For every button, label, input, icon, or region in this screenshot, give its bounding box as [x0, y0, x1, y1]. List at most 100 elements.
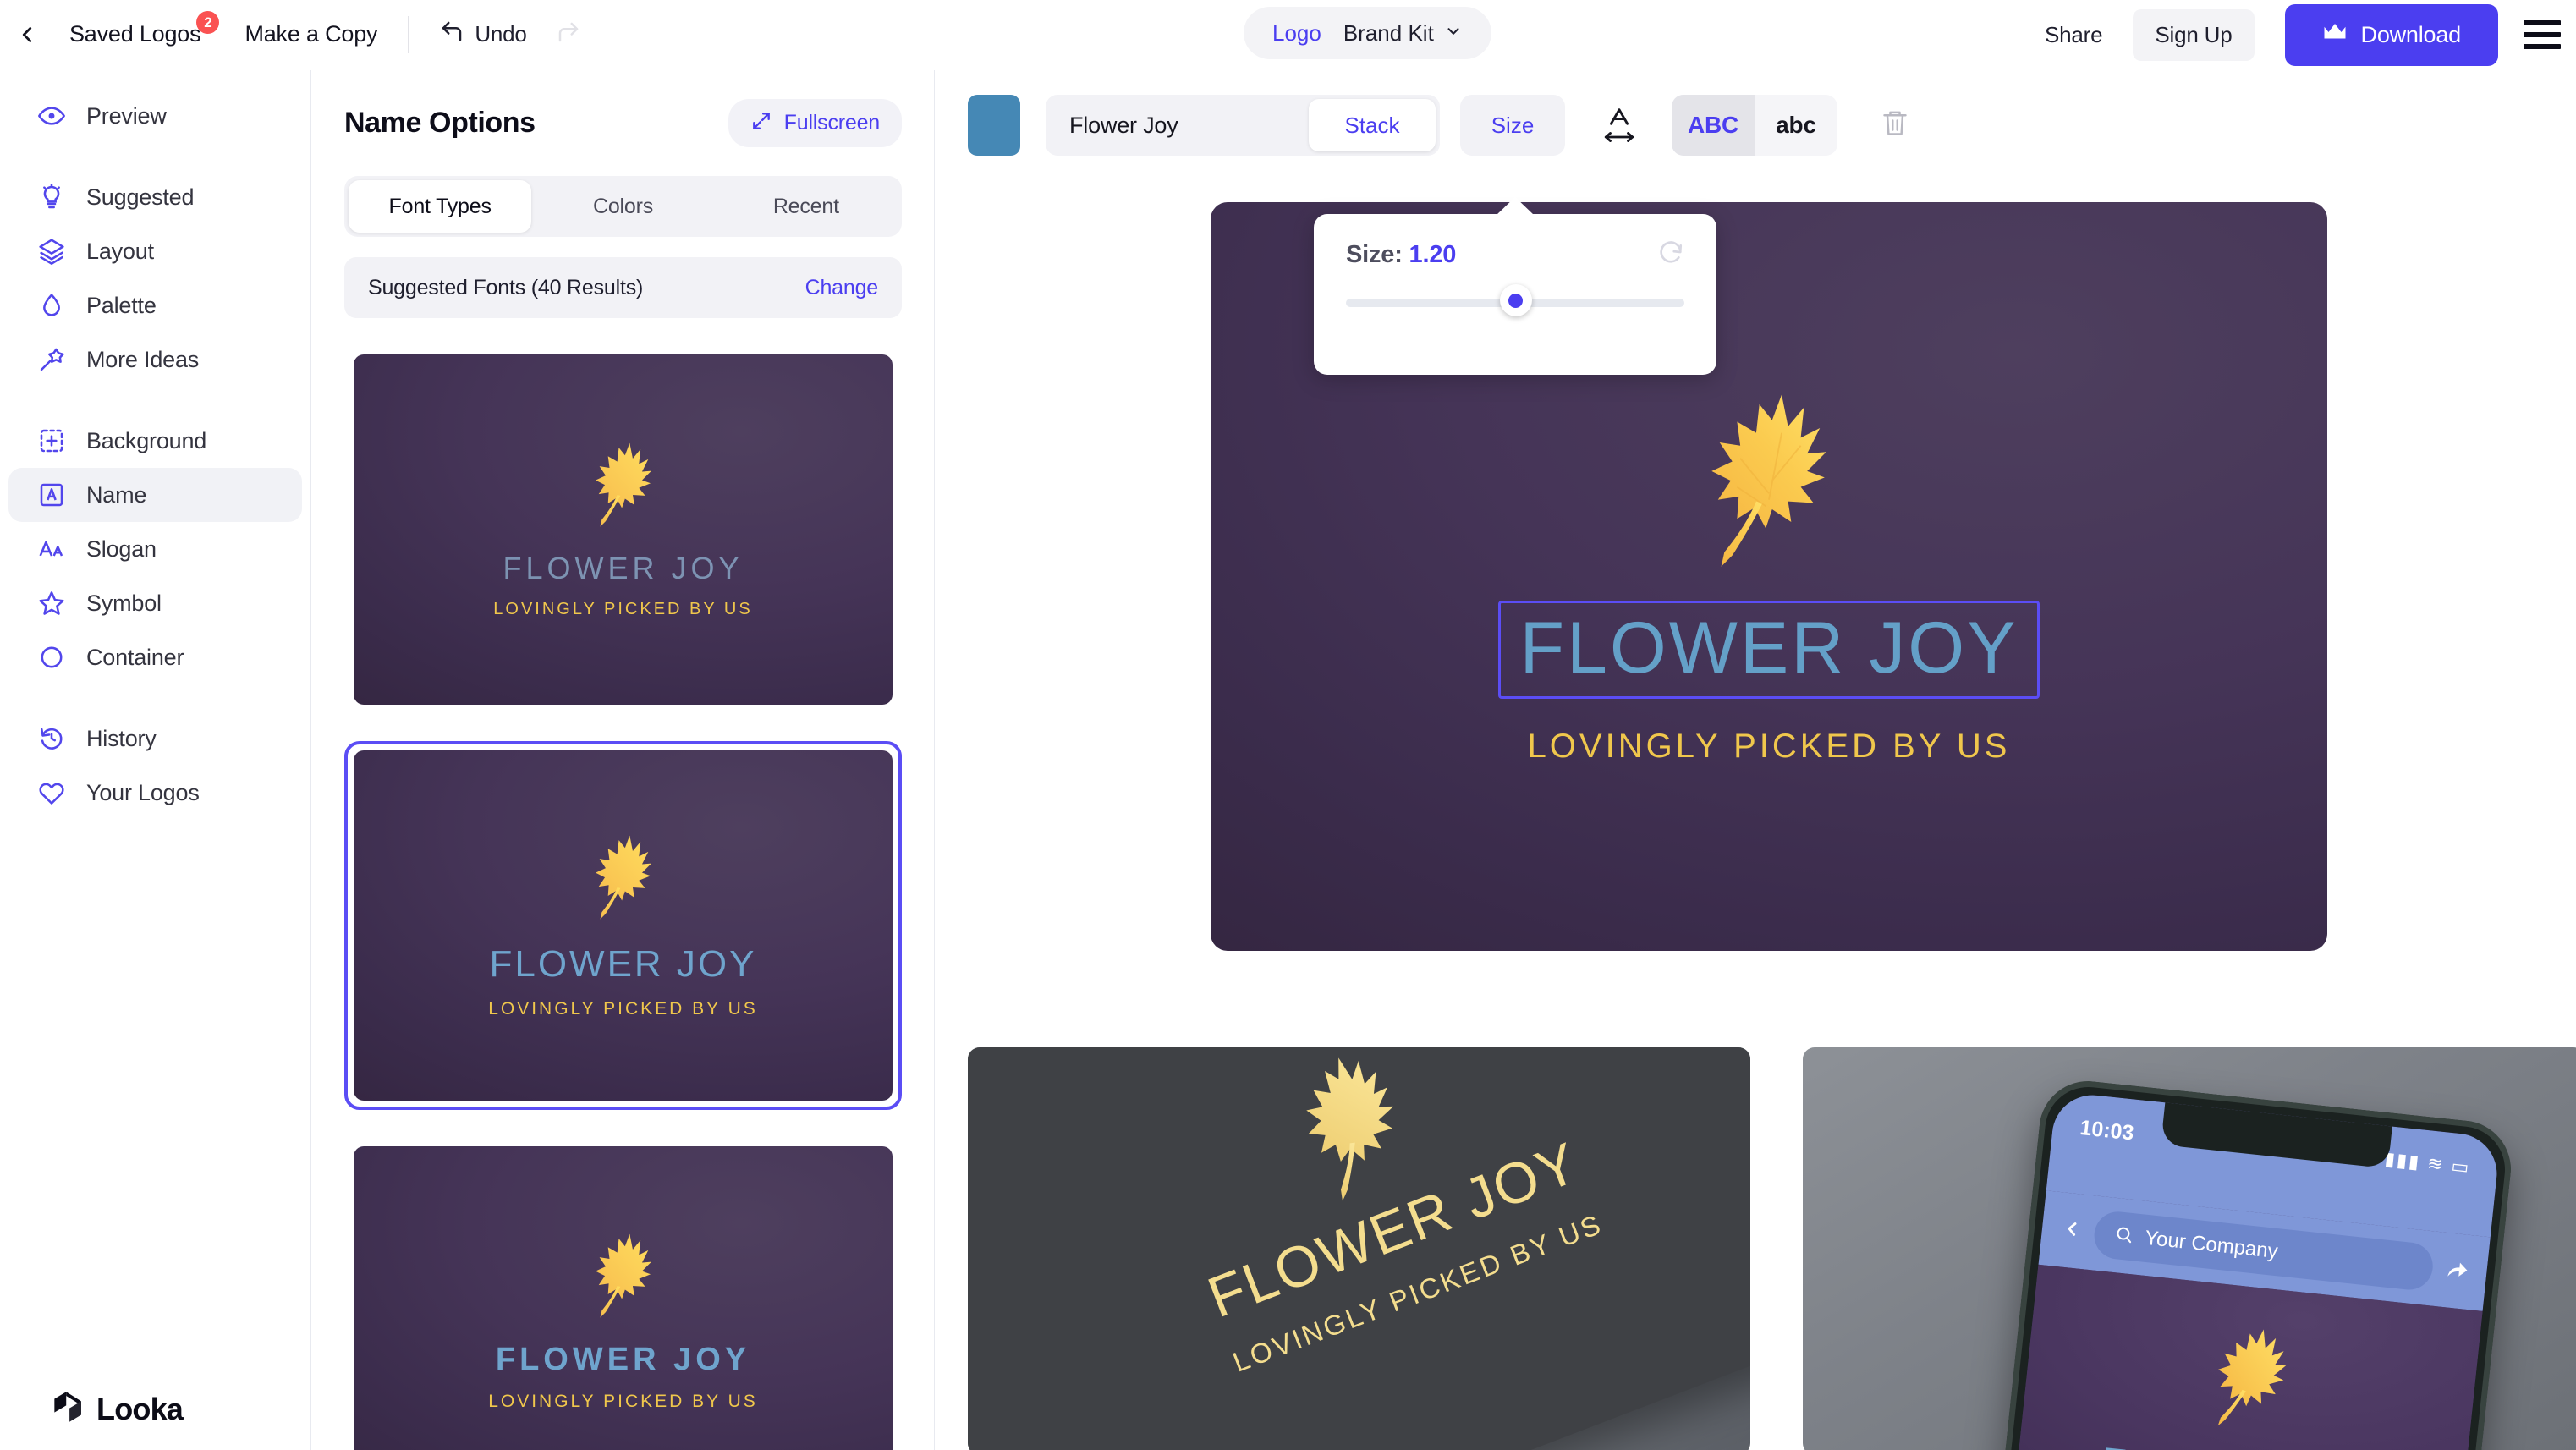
logo-preview-canvas[interactable]: FLOWER JOY LOVINGLY PICKED BY US Size: 1…: [1211, 197, 2327, 951]
sidebar-item-more-ideas[interactable]: More Ideas: [8, 332, 302, 387]
sidebar-item-label: Suggested: [86, 184, 195, 210]
logo-variant-card-selected[interactable]: FLOWER JOY LOVINGLY PICKED BY US: [344, 741, 902, 1110]
sign-up-button[interactable]: Sign Up: [2133, 8, 2255, 61]
phone-status-icons: ▮▮▮ ≋ ▭: [2383, 1147, 2472, 1178]
chevron-left-icon: [14, 22, 40, 47]
mockup-business-card[interactable]: FLOWER JOY LOVINGLY PICKED BY US: [968, 1047, 1750, 1450]
sidebar-item-label: History: [86, 725, 157, 751]
search-icon: [2113, 1224, 2134, 1249]
tab-colors[interactable]: Colors: [531, 180, 714, 233]
chevron-left-icon[interactable]: [2059, 1217, 2084, 1245]
download-label: Download: [2360, 21, 2462, 47]
tab-font-types[interactable]: Font Types: [349, 180, 532, 233]
size-slider-thumb[interactable]: [1499, 284, 1532, 316]
options-header: Name Options Fullscreen: [312, 70, 934, 147]
looka-brandmark: Looka: [52, 1390, 184, 1428]
crown-icon: [2322, 21, 2348, 49]
sidebar-item-label: Container: [86, 644, 184, 670]
aa-icon: [37, 535, 66, 563]
tab-logo[interactable]: Logo: [1272, 20, 1321, 47]
droplet-icon: [37, 291, 66, 320]
sidebar-item-suggested[interactable]: Suggested: [8, 170, 302, 224]
stack-button[interactable]: Stack: [1309, 99, 1436, 151]
phone-notch: [2161, 1097, 2393, 1169]
sidebar-item-background[interactable]: Background: [8, 414, 302, 468]
sidebar-item-palette[interactable]: Palette: [8, 278, 302, 332]
logo-slogan-text: LOVINGLY PICKED BY US: [1527, 727, 2011, 765]
sidebar-item-label: Name: [86, 481, 147, 508]
fullscreen-button[interactable]: Fullscreen: [728, 99, 902, 147]
tab-brand-kit[interactable]: Brand Kit: [1343, 20, 1463, 47]
logo-preview-thumbnail: FLOWER JOY LOVINGLY PICKED BY US: [354, 1146, 893, 1450]
looka-logo-icon: [52, 1390, 85, 1428]
undo-button[interactable]: Undo: [439, 19, 527, 50]
circle-icon: [37, 643, 66, 672]
size-slider[interactable]: [1346, 284, 1684, 316]
left-sidebar: Preview Suggested Layout Palette More Id…: [0, 70, 311, 1450]
mockup-phone[interactable]: 10:03 ▮▮▮ ≋ ▭ Your Company: [1803, 1047, 2576, 1450]
sidebar-item-slogan[interactable]: Slogan: [8, 522, 302, 576]
sidebar-item-label: More Ideas: [86, 346, 200, 372]
sidebar-item-symbol[interactable]: Symbol: [8, 576, 302, 630]
maple-leaf-icon: [585, 1231, 662, 1326]
delete-button[interactable]: [1871, 95, 1919, 156]
sidebar-item-container[interactable]: Container: [8, 630, 302, 684]
change-fonts-button[interactable]: Change: [805, 276, 879, 300]
back-button[interactable]: [0, 0, 54, 69]
saved-logos-title[interactable]: Saved Logos 2: [69, 11, 220, 47]
phone-search-placeholder: Your Company: [2144, 1226, 2279, 1264]
sidebar-item-your-logos[interactable]: Your Logos: [8, 766, 302, 820]
variant-slogan: LOVINGLY PICKED BY US: [488, 998, 758, 1019]
business-card-paper: FLOWER JOY LOVINGLY PICKED BY US: [968, 1047, 1750, 1450]
case-uppercase-button[interactable]: ABC: [1672, 95, 1755, 156]
maple-leaf-icon: [585, 440, 662, 536]
download-button[interactable]: Download: [2284, 3, 2498, 66]
phone-device: 10:03 ▮▮▮ ≋ ▭ Your Company: [1995, 1076, 2516, 1450]
suggested-fonts-label: Suggested Fonts (40 Results): [368, 275, 644, 299]
reset-arrow-icon[interactable]: [1657, 239, 1684, 271]
phone-screen: 10:03 ▮▮▮ ≋ ▭ Your Company: [2008, 1090, 2502, 1450]
fullscreen-label: Fullscreen: [783, 111, 881, 135]
mockup-previews: FLOWER JOY LOVINGLY PICKED BY US 10:03 ▮…: [968, 1047, 2576, 1450]
text-color-swatch[interactable]: [968, 95, 1020, 156]
logo-variant-card[interactable]: FLOWER JOY LOVINGLY PICKED BY US: [344, 1137, 902, 1450]
letter-spacing-icon[interactable]: [1596, 95, 1643, 156]
share-button[interactable]: Share: [2045, 22, 2103, 48]
logo-name-selection-box[interactable]: FLOWER JOY: [1498, 600, 2040, 699]
sidebar-item-label: Symbol: [86, 590, 162, 616]
lightbulb-icon: [37, 183, 66, 211]
looka-brand-name: Looka: [96, 1391, 184, 1426]
case-lowercase-button[interactable]: abc: [1755, 95, 1837, 156]
hamburger-menu-icon[interactable]: [2524, 20, 2561, 49]
maple-leaf-icon[interactable]: [1689, 388, 1849, 580]
share-arrow-icon[interactable]: [2443, 1256, 2469, 1287]
logo-preview-thumbnail: FLOWER JOY LOVINGLY PICKED BY US: [354, 750, 893, 1101]
sidebar-item-history[interactable]: History: [8, 711, 302, 766]
size-button[interactable]: Size: [1460, 95, 1565, 156]
canvas-area: Flower Joy Stack Size ABC abc FLOWER JOY…: [936, 70, 2576, 1450]
make-a-copy-button[interactable]: Make a Copy: [244, 21, 377, 47]
size-popover-value: 1.20: [1409, 241, 1457, 268]
history-controls: Undo: [439, 19, 580, 50]
maple-leaf-icon: [585, 832, 662, 928]
mode-switcher: Logo Brand Kit: [1244, 7, 1491, 59]
logo-variant-card[interactable]: FLOWER JOY LOVINGLY PICKED BY US: [344, 345, 902, 714]
history-icon: [37, 724, 66, 753]
logo-name-text: FLOWER JOY: [1519, 607, 2019, 689]
redo-button[interactable]: [556, 19, 581, 49]
font-options-tabs: Font Types Colors Recent: [344, 176, 902, 237]
page-title: Name Options: [344, 107, 536, 139]
sidebar-item-name[interactable]: Name: [8, 468, 302, 522]
business-card-content: FLOWER JOY LOVINGLY PICKED BY US: [968, 1047, 1750, 1450]
sidebar-item-preview[interactable]: Preview: [8, 89, 302, 143]
name-field[interactable]: Flower Joy Stack: [1046, 95, 1440, 156]
maple-leaf-icon: [2199, 1320, 2304, 1443]
name-input-value: Flower Joy: [1069, 112, 1178, 138]
chevron-down-icon: [1444, 20, 1463, 47]
sidebar-item-layout[interactable]: Layout: [8, 224, 302, 278]
tab-recent[interactable]: Recent: [715, 180, 898, 233]
heart-icon: [37, 778, 66, 807]
frame-icon: [37, 426, 66, 455]
size-popover-header: Size: 1.20: [1314, 214, 1716, 271]
name-options-panel: Name Options Fullscreen Font Types Color…: [312, 70, 935, 1450]
